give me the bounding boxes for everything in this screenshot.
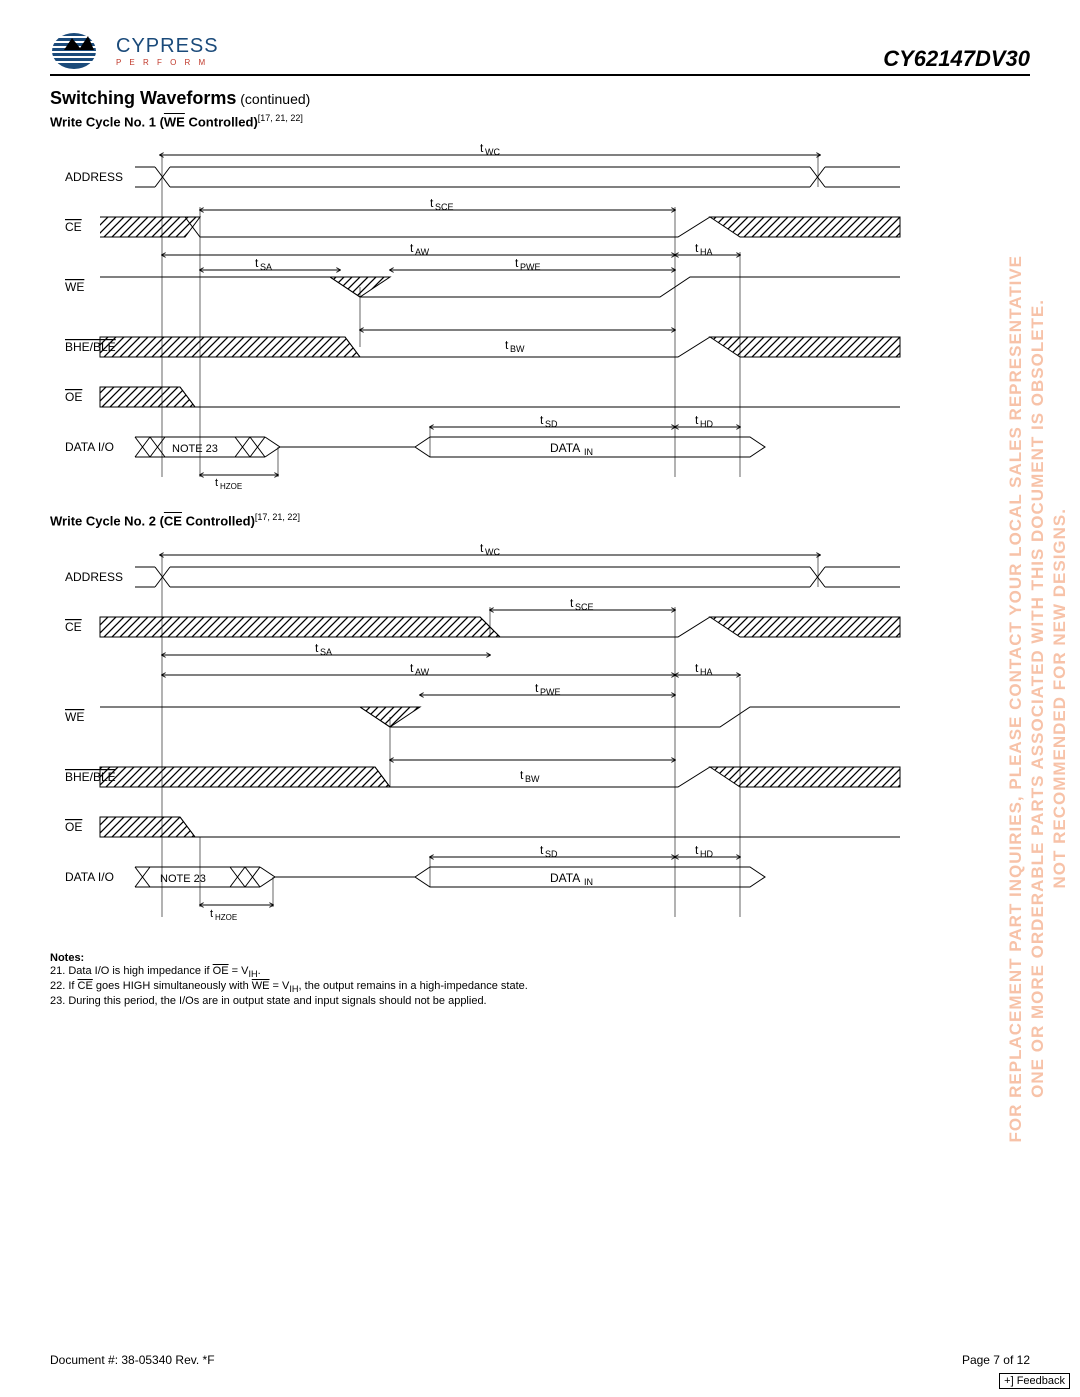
svg-text:DATA I/O: DATA I/O (65, 440, 114, 454)
svg-text:t: t (540, 843, 544, 857)
svg-text:t: t (210, 908, 213, 920)
svg-text:SCE: SCE (435, 202, 454, 212)
svg-text:BW: BW (510, 344, 525, 354)
section-title: Switching Waveforms (continued) (50, 88, 1030, 109)
svg-text:OE: OE (65, 820, 82, 834)
svg-text:t: t (505, 338, 509, 352)
svg-text:HD: HD (700, 419, 713, 429)
svg-text:t: t (515, 256, 519, 270)
logo-subtitle: P E R F O R M (116, 58, 219, 67)
svg-text:t: t (570, 596, 574, 610)
svg-text:SCE: SCE (575, 602, 594, 612)
svg-text:t: t (540, 413, 544, 427)
note-23: 23. During this period, the I/Os are in … (50, 995, 1030, 1007)
svg-text:t: t (535, 681, 539, 695)
logo-text: CYPRESS (116, 35, 219, 58)
svg-text:SA: SA (320, 647, 332, 657)
svg-text:CE: CE (65, 620, 82, 634)
svg-text:AW: AW (415, 247, 430, 257)
timing-diagram-2: tWC ADDRESS tSCE CE tSA tAW tHA tPWE WE … (60, 537, 1030, 940)
svg-text:t: t (315, 641, 319, 655)
svg-text:t: t (520, 768, 524, 782)
note-21: 21. Data I/O is high impedance if OE = V… (50, 965, 1030, 979)
svg-text:IN: IN (584, 877, 593, 887)
svg-text:ADDRESS: ADDRESS (65, 170, 123, 184)
svg-text:HZOE: HZOE (220, 482, 242, 491)
svg-text:t: t (215, 477, 218, 489)
note-22: 22. If CE goes HIGH simultaneously with … (50, 980, 1030, 994)
svg-text:NOTE 23: NOTE 23 (172, 443, 218, 455)
svg-text:DATA I/O: DATA I/O (65, 870, 114, 884)
svg-text:AW: AW (415, 667, 430, 677)
svg-text:HD: HD (700, 849, 713, 859)
svg-text:t: t (480, 541, 484, 555)
svg-text:SA: SA (260, 262, 272, 272)
svg-text:WC: WC (485, 147, 500, 157)
svg-text:CE: CE (65, 220, 82, 234)
diagram2-title: Write Cycle No. 2 (CE Controlled)[17, 21… (50, 512, 1030, 528)
svg-text:ADDRESS: ADDRESS (65, 570, 123, 584)
svg-text:HA: HA (700, 247, 713, 257)
svg-text:t: t (430, 196, 434, 210)
svg-text:t: t (695, 843, 699, 857)
timing-diagram-1: tWC ADDRESS CE tSCE tAW tHA WE tSA tPWE … (60, 137, 1030, 500)
svg-text:HA: HA (700, 667, 713, 677)
svg-text:t: t (695, 661, 699, 675)
svg-text:WE: WE (65, 710, 84, 724)
svg-text:BW: BW (525, 774, 540, 784)
notes-block: Notes: 21. Data I/O is high impedance if… (50, 952, 1030, 1007)
page-header: CYPRESS P E R F O R M CY62147DV30 (50, 30, 1030, 76)
page-footer: Document #: 38-05340 Rev. *F Page 7 of 1… (50, 1353, 1030, 1367)
part-number: CY62147DV30 (883, 46, 1030, 72)
diagram1-title: Write Cycle No. 1 (WE Controlled)[17, 21… (50, 113, 1030, 129)
svg-text:HZOE: HZOE (215, 913, 237, 922)
notes-heading: Notes: (50, 952, 1030, 964)
svg-text:PWE: PWE (520, 262, 541, 272)
feedback-button[interactable]: +] Feedback (999, 1373, 1070, 1389)
svg-text:t: t (255, 256, 259, 270)
svg-text:t: t (695, 413, 699, 427)
svg-text:t: t (410, 241, 414, 255)
svg-text:WE: WE (65, 280, 84, 294)
svg-text:SD: SD (545, 849, 558, 859)
svg-text:IN: IN (584, 447, 593, 457)
svg-text:WC: WC (485, 547, 500, 557)
svg-text:t: t (695, 241, 699, 255)
svg-text:DATA: DATA (550, 441, 580, 455)
svg-text:NOTE 23: NOTE 23 (160, 873, 206, 885)
document-number: Document #: 38-05340 Rev. *F (50, 1353, 215, 1367)
svg-text:OE: OE (65, 390, 82, 404)
cypress-logo: CYPRESS P E R F O R M (50, 30, 219, 72)
svg-text:DATA: DATA (550, 871, 580, 885)
svg-text:t: t (410, 661, 414, 675)
cypress-logo-icon (50, 30, 110, 72)
page-number: Page 7 of 12 (962, 1353, 1030, 1367)
svg-text:PWE: PWE (540, 687, 561, 697)
svg-text:t: t (480, 141, 484, 155)
svg-text:SD: SD (545, 419, 558, 429)
